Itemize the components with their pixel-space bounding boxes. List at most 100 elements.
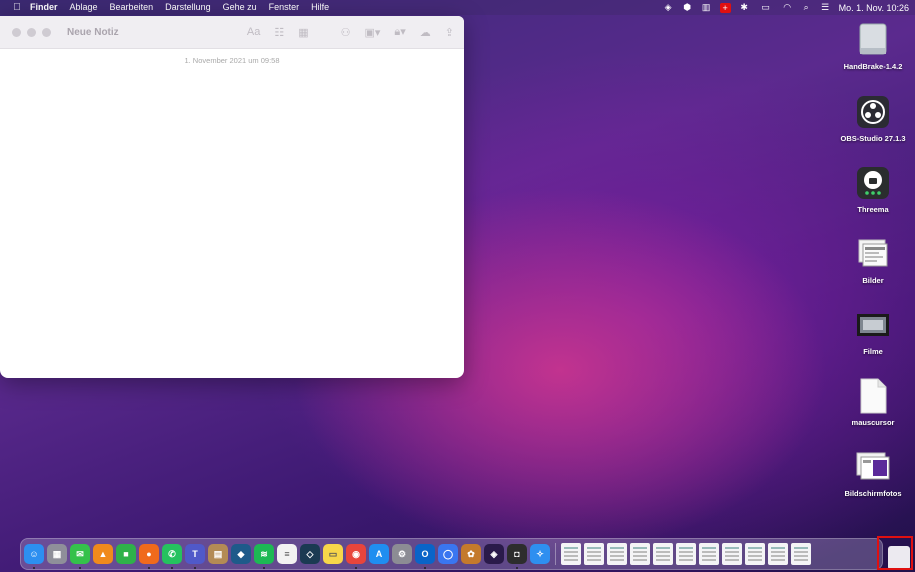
dock: ☺ ▦ ✉ ▲ ■ ● ✆ T ▤ ◆ ≋ ≡ ◇ ▭ ◉ A ⚙ O ◯ ✿ ◈ ◘ ✧: [20, 538, 883, 570]
spotify-icon[interactable]: ≋: [254, 544, 274, 569]
app-store-icon[interactable]: A: [369, 544, 389, 564]
threema-dock-icon[interactable]: ◘: [507, 544, 527, 569]
desktop-item-obs[interactable]: OBS-Studio 27.1.3: [833, 94, 913, 143]
minimize-window-button[interactable]: [27, 27, 36, 37]
disk-image-icon: [855, 22, 891, 58]
menu-gehe-zu[interactable]: Gehe zu: [217, 0, 263, 15]
notes-window: Neue Notiz Aa ☷ ▦ ⚇ ▣▾ 🔒︎▾ ☁ ⇪ 1. Novemb…: [0, 16, 464, 378]
dock-recent-document[interactable]: [676, 543, 696, 565]
teams-icon[interactable]: T: [185, 544, 205, 569]
window-grid-icon[interactable]: ▥: [701, 2, 712, 13]
format-button[interactable]: Aa: [247, 26, 260, 38]
notes-toolbar: Neue Notiz Aa ☷ ▦ ⚇ ▣▾ 🔒︎▾ ☁ ⇪: [0, 16, 464, 49]
wifi-icon[interactable]: ◠: [782, 2, 793, 13]
chrome-icon[interactable]: ◉: [346, 544, 366, 569]
note-date: 1. November 2021 um 09:58: [184, 56, 280, 65]
screenshots-folder-icon: [855, 449, 891, 485]
desktop-item-mauscursor[interactable]: mauscursor: [833, 378, 913, 427]
control-center-icon[interactable]: ☰: [820, 2, 831, 13]
desktop-item-label: OBS-Studio 27.1.3: [840, 134, 906, 143]
running-indicator: [355, 567, 357, 569]
obs-icon: [855, 94, 891, 130]
menu-bearbeiten[interactable]: Bearbeiten: [104, 0, 160, 15]
running-indicator: [424, 567, 426, 569]
affinity-icon[interactable]: ◇: [300, 544, 320, 564]
running-indicator: [516, 567, 518, 569]
toolbar-buttons: Aa ☷ ▦ ⚇ ▣▾ 🔒︎▾ ☁ ⇪: [247, 16, 454, 48]
desktop-item-label: mauscursor: [851, 418, 895, 427]
folder-images-icon: [855, 236, 891, 272]
zoom-window-button[interactable]: [42, 27, 51, 37]
firefox-icon[interactable]: ●: [139, 544, 159, 569]
menu-bar:  Finder Ablage Bearbeiten Darstellung G…: [0, 0, 915, 15]
collaborate-icon[interactable]: ⚇: [341, 26, 351, 39]
dock-recent-document[interactable]: [561, 543, 581, 565]
threema-icon: [855, 165, 891, 201]
lock-icon[interactable]: 🔒︎▾: [394, 25, 405, 39]
facetime-icon[interactable]: ■: [116, 544, 136, 564]
cider-icon[interactable]: ✿: [461, 544, 481, 564]
desktop-item-bildschirmfotos[interactable]: Bildschirmfotos: [833, 449, 913, 498]
finder-icon[interactable]: ☺: [24, 544, 44, 569]
signal-icon[interactable]: ◯: [438, 544, 458, 564]
running-indicator: [33, 567, 35, 569]
swiss-flag-icon[interactable]: +: [719, 2, 731, 13]
dock-recent-document[interactable]: [791, 543, 811, 565]
premiere-icon[interactable]: ◈: [484, 544, 504, 564]
desktop-item-filme[interactable]: Filme: [833, 307, 913, 356]
table-icon[interactable]: ▦: [298, 26, 308, 39]
hexagon-icon[interactable]: ⬢: [682, 2, 693, 13]
whatsapp-icon[interactable]: ✆: [162, 544, 182, 569]
document-icon: [855, 378, 891, 414]
reminders-icon[interactable]: ≡: [277, 544, 297, 564]
menubar-clock[interactable]: Mo. 1. Nov. 10:26: [839, 3, 909, 13]
close-window-button[interactable]: [12, 27, 21, 37]
outlook-icon[interactable]: O: [415, 544, 435, 569]
dock-separator: [555, 543, 556, 565]
notebook-icon[interactable]: ▤: [208, 544, 228, 564]
desktop-item-handbrake[interactable]: HandBrake-1.4.2: [833, 22, 913, 71]
menu-fenster[interactable]: Fenster: [263, 0, 306, 15]
status-area: ◈ ⬢ ▥ + ✱ ▭ ◠ ⌕ ☰ Mo. 1. Nov. 10:26: [663, 0, 909, 15]
notes-icon[interactable]: ▭: [323, 544, 343, 564]
checklist-icon[interactable]: ☷: [274, 26, 284, 39]
window-controls: [12, 27, 51, 37]
launchpad-icon[interactable]: ▦: [47, 544, 67, 564]
dock-recent-document[interactable]: [584, 543, 604, 565]
dock-recent-document[interactable]: [722, 543, 742, 565]
dock-recent-document[interactable]: [630, 543, 650, 565]
vlc-icon[interactable]: ▲: [93, 544, 113, 564]
desktop-item-label: Bildschirmfotos: [844, 489, 902, 498]
media-icon[interactable]: ▣▾: [364, 26, 380, 39]
desktop-item-label: Threema: [857, 205, 889, 214]
layers-icon[interactable]: ◈: [663, 2, 674, 13]
share-icon[interactable]: ⇪: [445, 26, 454, 39]
desktop-item-label: Bilder: [862, 276, 884, 285]
dock-recent-document[interactable]: [653, 543, 673, 565]
desktop-item-threema[interactable]: Threema: [833, 165, 913, 214]
dock-recent-document[interactable]: [607, 543, 627, 565]
window-title: Neue Notiz: [67, 26, 119, 38]
dock-recent-document[interactable]: [745, 543, 765, 565]
desktop-item-bilder[interactable]: Bilder: [833, 236, 913, 285]
app-store-alt-icon[interactable]: ◆: [231, 544, 251, 564]
menu-darstellung[interactable]: Darstellung: [159, 0, 217, 15]
running-indicator: [148, 567, 150, 569]
running-indicator: [171, 567, 173, 569]
menu-hilfe[interactable]: Hilfe: [305, 0, 335, 15]
apple-menu-icon[interactable]: : [10, 0, 24, 15]
safari-icon[interactable]: ✧: [530, 544, 550, 564]
add-people-icon[interactable]: ☁: [420, 26, 431, 39]
battery-icon[interactable]: ▭: [758, 2, 774, 13]
bluetooth-icon[interactable]: ✱: [739, 2, 750, 13]
menu-ablage[interactable]: Ablage: [64, 0, 104, 15]
system-preferences-icon[interactable]: ⚙: [392, 544, 412, 564]
dock-recent-document[interactable]: [768, 543, 788, 565]
highlight-box: [877, 536, 913, 570]
messages-icon[interactable]: ✉: [70, 544, 90, 569]
running-indicator: [194, 567, 196, 569]
desktop-item-label: Filme: [863, 347, 883, 356]
menu-app-name[interactable]: Finder: [24, 0, 64, 15]
spotlight-search-icon[interactable]: ⌕: [801, 2, 812, 13]
dock-recent-document[interactable]: [699, 543, 719, 565]
